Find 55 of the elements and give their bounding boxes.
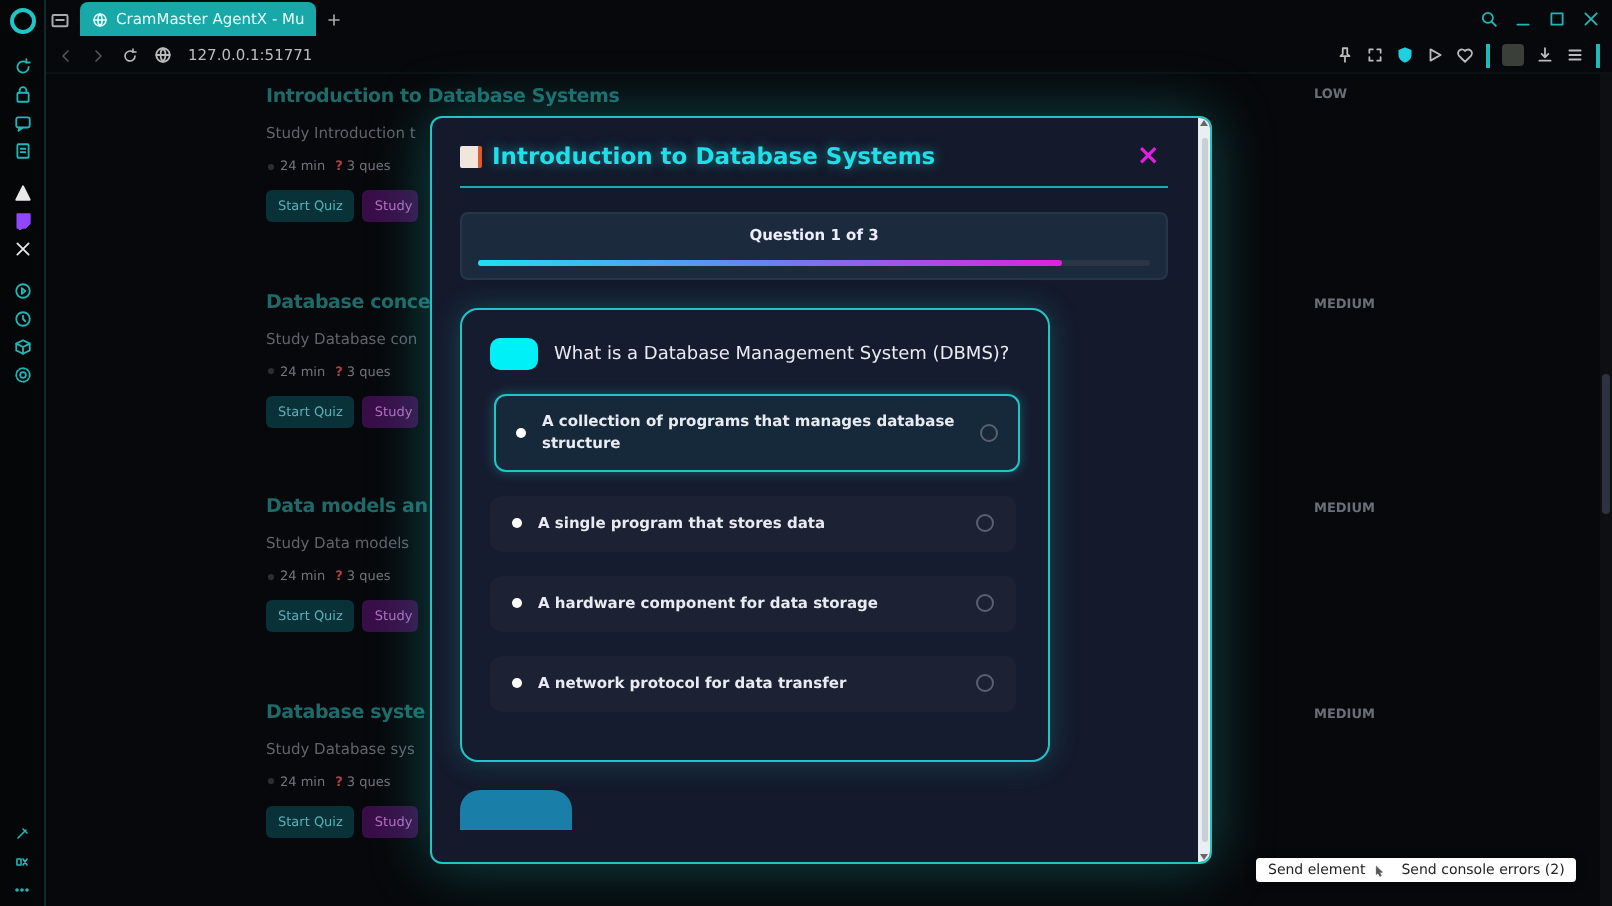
- maximize-icon[interactable]: [1548, 10, 1566, 28]
- twitch-icon[interactable]: [13, 212, 31, 230]
- dot-icon: [266, 776, 276, 786]
- gx-icon[interactable]: [14, 854, 30, 870]
- document-icon[interactable]: [13, 142, 31, 160]
- radio-button[interactable]: [976, 594, 994, 612]
- triangle-logo-icon[interactable]: [13, 184, 31, 202]
- clock-icon[interactable]: [13, 310, 31, 328]
- dot-icon: [266, 161, 276, 171]
- download-icon[interactable]: [1536, 46, 1554, 64]
- radio-button[interactable]: [976, 674, 994, 692]
- radio-button[interactable]: [980, 423, 998, 442]
- pin-icon[interactable]: [14, 826, 30, 842]
- search-icon[interactable]: [1480, 10, 1498, 28]
- more-icon[interactable]: [14, 882, 30, 898]
- dot-icon: [266, 571, 276, 581]
- bullet-icon: [512, 678, 522, 688]
- course-title: Database syste: [266, 701, 426, 723]
- refresh-icon[interactable]: [13, 58, 31, 76]
- play-circle-icon[interactable]: [13, 282, 31, 300]
- globe-icon: [92, 11, 108, 27]
- chat-icon[interactable]: [13, 114, 31, 132]
- course-title: Data models an: [266, 496, 428, 518]
- modal-scrollbar[interactable]: [1198, 118, 1210, 862]
- modal-title: Introduction to Database Systems: [492, 142, 936, 170]
- course-title: Database conce: [266, 291, 431, 313]
- heart-icon[interactable]: [1456, 46, 1474, 64]
- dot-icon: [266, 366, 276, 376]
- course-title: Introduction to Database Systems: [266, 86, 620, 108]
- pointer-icon: [1371, 863, 1386, 877]
- play-icon[interactable]: [1426, 46, 1444, 64]
- new-tab-icon[interactable]: [326, 11, 343, 27]
- bullet-icon: [512, 518, 522, 528]
- x-logo-icon[interactable]: [13, 240, 31, 258]
- close-button[interactable]: ×: [1128, 142, 1168, 170]
- radio-button[interactable]: [976, 514, 994, 532]
- pin-icon[interactable]: [1336, 46, 1354, 64]
- tab-overview-icon[interactable]: [50, 9, 70, 29]
- cube-icon[interactable]: [13, 338, 31, 356]
- bullet-icon: [516, 427, 526, 438]
- forward-icon[interactable]: [90, 47, 106, 63]
- question-text: What is a Database Management System (DBMS)?: [490, 338, 1024, 370]
- globe-icon: [154, 46, 172, 64]
- document-icon: [460, 145, 482, 167]
- reload-icon[interactable]: [122, 47, 138, 63]
- next-button[interactable]: [460, 789, 572, 829]
- scrollbar[interactable]: [1600, 74, 1612, 906]
- menu-icon[interactable]: [1566, 46, 1584, 64]
- browser-logo-icon[interactable]: [9, 8, 35, 34]
- bullet-icon: [512, 598, 522, 608]
- back-icon[interactable]: [58, 47, 74, 63]
- settings-icon[interactable]: [13, 366, 31, 384]
- close-icon[interactable]: [1582, 10, 1600, 28]
- screenshot-icon[interactable]: [1366, 46, 1384, 64]
- shield-icon[interactable]: [1396, 46, 1414, 64]
